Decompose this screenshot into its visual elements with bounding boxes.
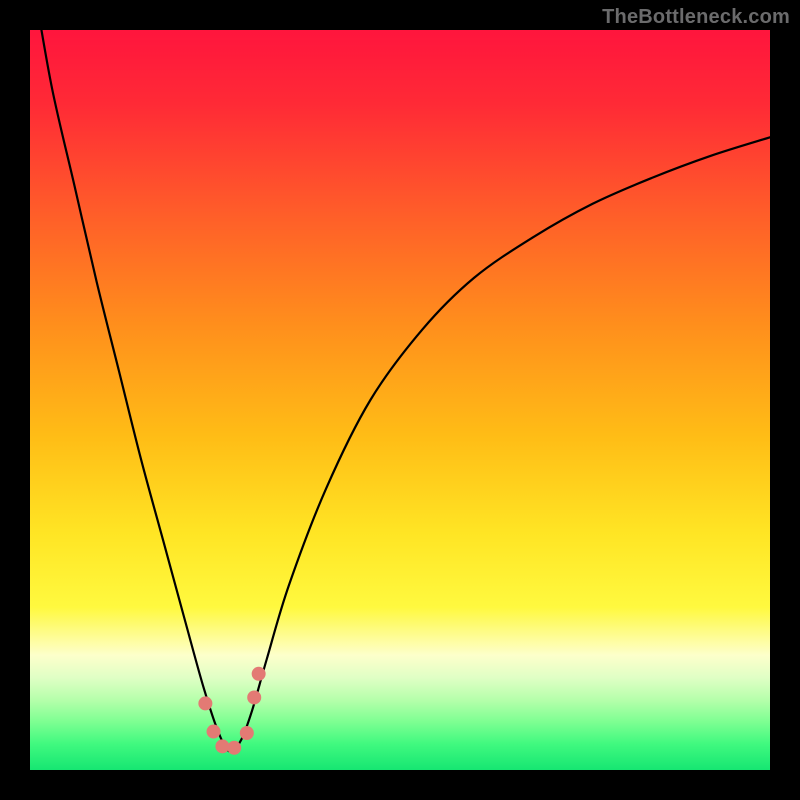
curve-marker	[252, 667, 266, 681]
curve-marker	[198, 696, 212, 710]
curve-marker	[227, 741, 241, 755]
chart-frame: TheBottleneck.com	[0, 0, 800, 800]
watermark-label: TheBottleneck.com	[602, 6, 790, 29]
curve-marker	[247, 690, 261, 704]
curve-marker	[207, 725, 221, 739]
bottleneck-curve	[30, 30, 770, 770]
curve-marker	[240, 726, 254, 740]
curve-marker	[215, 739, 229, 753]
plot-area	[30, 30, 770, 770]
